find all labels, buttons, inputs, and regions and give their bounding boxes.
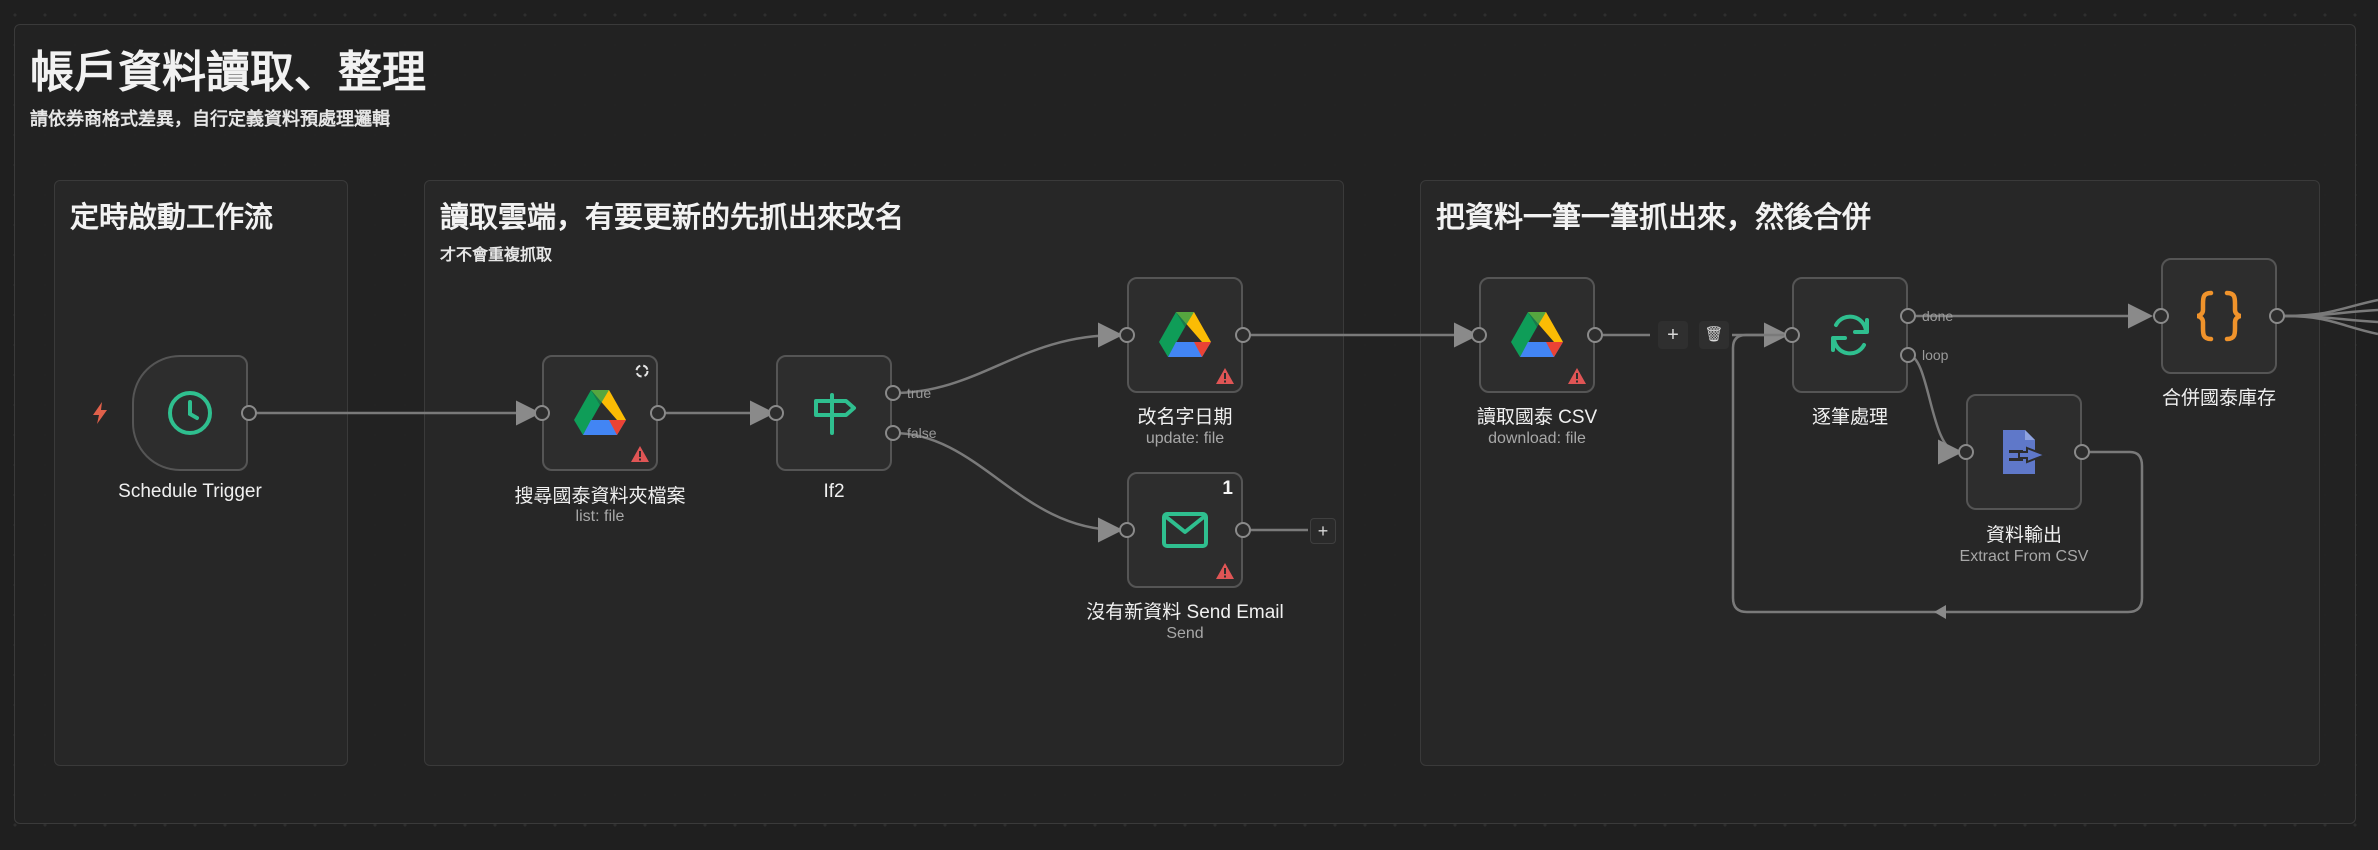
google-drive-icon (1159, 312, 1211, 357)
node-email-label: 沒有新資料 Send Email (1086, 602, 1284, 623)
warning-icon[interactable] (630, 445, 650, 463)
node-search-files[interactable] (542, 355, 658, 471)
search-input-port[interactable] (534, 405, 550, 421)
clock-icon (168, 391, 212, 435)
warning-icon[interactable] (1567, 367, 1587, 385)
file-export-icon (2003, 430, 2048, 474)
node-email-sub: Send (1166, 625, 1204, 642)
node-loop-label: 逐筆處理 (1811, 407, 1888, 428)
add-node-button[interactable]: + (1310, 518, 1336, 544)
node-rename-sub: update: file (1145, 430, 1225, 447)
node-loop-items[interactable] (1792, 277, 1908, 393)
readcsv-input-port[interactable] (1471, 327, 1487, 343)
node-rename-label: 改名字日期 (1137, 407, 1233, 428)
if2-false-label: false (907, 425, 937, 441)
warning-icon[interactable] (1215, 367, 1235, 385)
loop-back-arrowhead (1934, 605, 1946, 619)
readcsv-output-port[interactable] (1587, 327, 1603, 343)
google-drive-icon (574, 390, 626, 435)
rename-input-port[interactable] (1119, 327, 1135, 343)
refresh-icon (1831, 314, 1869, 356)
extract-output-port[interactable] (2074, 444, 2090, 460)
node-if2[interactable] (776, 355, 892, 471)
edge-add-button[interactable]: + (1658, 321, 1688, 349)
google-drive-icon (1511, 312, 1563, 357)
node-schedule-label: Schedule Trigger (118, 481, 262, 502)
node-extract-label: 資料輸出 (1985, 525, 2062, 546)
extract-input-port[interactable] (1958, 444, 1974, 460)
node-if2-label: If2 (823, 481, 845, 502)
if2-true-port[interactable] (885, 385, 901, 401)
loop-done-port[interactable] (1900, 308, 1916, 324)
edge-delete-button[interactable]: 🗑 (1699, 321, 1729, 349)
node-rename-date[interactable] (1127, 277, 1243, 393)
sync-icon (635, 364, 649, 378)
loop-loop-label: loop (1922, 347, 1949, 363)
node-merge-label: 合併國泰庫存 (2161, 388, 2276, 409)
node-send-email[interactable]: 1 (1127, 472, 1243, 588)
node-merge-inventory[interactable] (2161, 258, 2277, 374)
signpost-icon (814, 393, 856, 435)
email-input-port[interactable] (1119, 522, 1135, 538)
node-readcsv-sub: download: file (1488, 430, 1586, 447)
node-schedule-trigger[interactable] (132, 355, 248, 471)
if2-input-port[interactable] (768, 405, 784, 421)
node-extract-sub: Extract From CSV (1959, 548, 2089, 565)
search-output-port[interactable] (650, 405, 666, 421)
loop-loop-port[interactable] (1900, 347, 1916, 363)
envelope-icon (1162, 512, 1208, 548)
node-readcsv-label: 讀取國泰 CSV (1476, 407, 1598, 428)
if2-false-port[interactable] (885, 425, 901, 441)
execution-count-badge: 1 (1222, 478, 1233, 499)
rename-output-port[interactable] (1235, 327, 1251, 343)
schedule-output-port[interactable] (241, 405, 257, 421)
loop-done-label: done (1922, 308, 1954, 324)
merge-input-port[interactable] (2153, 308, 2169, 324)
warning-icon[interactable] (1215, 562, 1235, 580)
node-search-sub: list: file (575, 508, 625, 525)
merge-output-port[interactable] (2269, 308, 2285, 324)
email-output-port[interactable] (1235, 522, 1251, 538)
code-braces-icon (2196, 290, 2242, 342)
loop-input-port[interactable] (1784, 327, 1800, 343)
node-extract-csv[interactable] (1966, 394, 2082, 510)
trigger-bolt-icon (93, 402, 107, 424)
if2-true-label: true (907, 385, 932, 401)
node-read-csv[interactable] (1479, 277, 1595, 393)
